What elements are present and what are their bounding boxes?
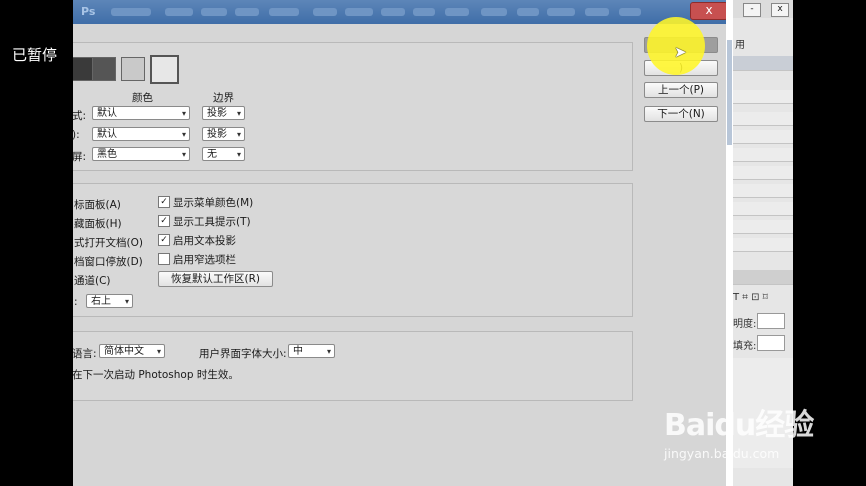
opacity-label: 明度:	[733, 319, 757, 330]
side-panel-header: 用	[735, 40, 745, 51]
option-left-1: 标面板(A)	[74, 199, 121, 211]
row-label-3: 屏:	[73, 151, 87, 163]
fill-label: 填充:	[733, 341, 757, 352]
ui-font-size-select[interactable]: 中 ▾	[288, 344, 335, 358]
watermark-brand: Baidu经验	[664, 408, 814, 443]
swatch-2[interactable]	[92, 57, 116, 81]
color-select-1[interactable]: 默认 ▾	[92, 106, 190, 120]
panel-close-button[interactable]: x	[771, 3, 789, 17]
option-menu-color: 显示菜单颜色(M)	[173, 197, 254, 209]
position-label: :	[74, 296, 78, 308]
option-left-4: 档窗口停放(D)	[74, 256, 143, 268]
options-panel: 标面板(A) 藏面板(H) 式打开文档(O) 档窗口停放(D) 通道(C) ✓ …	[73, 183, 633, 317]
position-select[interactable]: 右上 ▾	[86, 294, 133, 308]
side-panel-top: - x	[733, 0, 793, 18]
prev-button[interactable]: 上一个(P)	[644, 82, 718, 98]
row-label-2: ):	[73, 129, 80, 141]
checkbox-tooltips[interactable]: ✓	[158, 215, 170, 227]
option-tooltips: 显示工具提示(T)	[173, 216, 251, 228]
paused-label: 已暂停	[12, 46, 58, 64]
swatch-4[interactable]	[150, 55, 179, 84]
restart-note: 在下一次启动 Photoshop 时生效。	[73, 369, 239, 381]
border-select-3[interactable]: 无 ▾	[202, 147, 245, 161]
app-label: Ps	[81, 5, 96, 18]
next-button[interactable]: 下一个(N)	[644, 106, 718, 122]
swatch-3[interactable]	[121, 57, 145, 81]
title-bar: Ps x	[73, 0, 733, 24]
color-select-3[interactable]: 黑色 ▾	[92, 147, 190, 161]
border-select-1[interactable]: 投影 ▾	[202, 106, 245, 120]
close-button[interactable]: x	[690, 2, 728, 20]
opacity-field[interactable]	[757, 313, 785, 329]
row-label-1: 式:	[73, 110, 87, 122]
checkbox-menu-color[interactable]: ✓	[158, 196, 170, 208]
option-left-2: 藏面板(H)	[74, 218, 122, 230]
border-column-header: 边界	[213, 92, 234, 104]
ui-language-select[interactable]: 简体中文 ▾	[99, 344, 165, 358]
minimize-button[interactable]: -	[743, 3, 761, 17]
ui-language-label: 语言:	[73, 348, 97, 360]
option-narrow-bar: 启用窄选项栏	[173, 254, 236, 266]
border-select-2[interactable]: 投影 ▾	[202, 127, 245, 141]
option-left-3: 式打开文档(O)	[74, 237, 143, 249]
layer-icons[interactable]: T ⌗ ⊡ ⌑	[733, 292, 768, 303]
fill-field[interactable]	[757, 335, 785, 351]
color-column-header: 颜色	[132, 92, 153, 104]
ui-font-size-label: 用户界面字体大小:	[199, 348, 287, 360]
option-left-5: 通道(C)	[74, 275, 111, 287]
appearance-panel: 颜色 边界 式: 默认▾ 投影▾ ): 默认▾ 投影▾ 屏: 黑色▾ 无▾	[73, 42, 633, 171]
checkbox-text-shadow[interactable]: ✓	[158, 234, 170, 246]
watermark-url: jingyan.baidu.com	[664, 446, 780, 461]
checkbox-narrow-bar[interactable]	[158, 253, 170, 265]
text-panel: 语言: 简体中文 ▾ 用户界面字体大小: 中 ▾ 在下一次启动 Photoshop …	[73, 331, 633, 401]
mouse-cursor-icon: ➤	[674, 43, 687, 61]
baidu-watermark: Baidu经验 jingyan.baidu.com	[664, 390, 824, 480]
restore-workspace-button[interactable]: 恢复默认工作区(R)	[158, 271, 273, 287]
option-text-shadow: 启用文本投影	[173, 235, 236, 247]
color-select-2[interactable]: 默认 ▾	[92, 127, 190, 141]
